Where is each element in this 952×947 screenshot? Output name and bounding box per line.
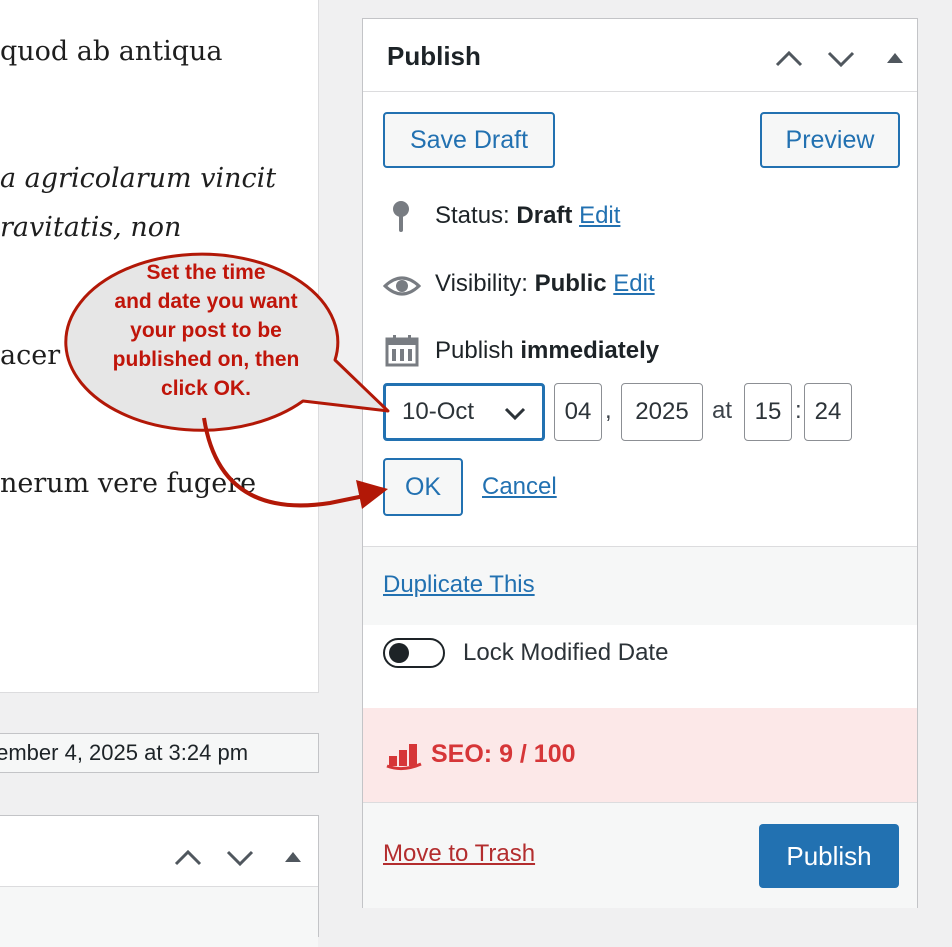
eye-icon xyxy=(383,276,421,296)
seo-score-icon xyxy=(386,744,422,771)
divider xyxy=(0,692,319,693)
status-label: Status: xyxy=(435,202,510,229)
status-value: Draft xyxy=(516,202,573,229)
date-colon: : xyxy=(795,397,802,424)
chevron-down-icon xyxy=(504,407,526,421)
last-edited-bar: tember 4, 2025 at 3:24 pm xyxy=(0,733,319,773)
cancel-link[interactable]: Cancel xyxy=(482,473,557,501)
date-at: at xyxy=(712,397,733,424)
move-up-icon[interactable] xyxy=(773,41,805,73)
calendar-icon xyxy=(385,335,419,367)
month-select[interactable]: 10-Oct xyxy=(383,383,545,441)
metabox xyxy=(0,815,319,947)
edit-visibility-link[interactable]: Edit xyxy=(613,270,654,297)
panel-header: Publish xyxy=(363,19,917,92)
callout-line: your post to be xyxy=(130,319,282,342)
publish-button[interactable]: Publish xyxy=(759,824,899,888)
publish-footer: Move to Trash Publish xyxy=(363,802,917,908)
toggle-panel-icon[interactable] xyxy=(879,41,911,73)
day-input[interactable]: 04 xyxy=(554,383,602,441)
schedule-value: immediately xyxy=(520,337,660,364)
ok-button[interactable]: OK xyxy=(383,458,463,516)
visibility-value: Public xyxy=(534,270,607,297)
duplicate-link[interactable]: Duplicate This xyxy=(383,571,535,599)
metabox-controls xyxy=(174,849,301,867)
editor-line: acer e xyxy=(0,340,85,371)
move-up-icon[interactable] xyxy=(174,849,202,866)
toggle-knob xyxy=(389,643,409,663)
callout-text: Set the time and date you want your post… xyxy=(88,258,324,403)
editor-line: ravitatis, non xyxy=(0,212,182,243)
month-value: 10-Oct xyxy=(402,398,475,425)
seo-score: SEO: 9 / 100 xyxy=(431,740,576,768)
publish-panel: Publish Save Draft Preview Status: Draft… xyxy=(362,18,918,908)
year-input[interactable]: 2025 xyxy=(621,383,703,441)
duplicate-section: Duplicate This xyxy=(363,546,917,625)
editor-line: quod ab antiqua xyxy=(0,36,223,67)
callout-line: and date you want xyxy=(114,290,298,313)
panel-title: Publish xyxy=(387,41,481,71)
move-down-icon[interactable] xyxy=(825,41,857,73)
move-to-trash-link[interactable]: Move to Trash xyxy=(383,840,535,868)
callout-line: click OK. xyxy=(161,377,251,400)
callout-line: Set the time xyxy=(146,261,266,284)
preview-button[interactable]: Preview xyxy=(760,112,900,168)
toggle-panel-icon[interactable] xyxy=(285,852,301,862)
lock-modified-label: Lock Modified Date xyxy=(463,639,669,666)
pin-icon xyxy=(393,201,409,232)
metabox-body xyxy=(0,886,318,947)
hour-input[interactable]: 15 xyxy=(744,383,792,441)
move-down-icon[interactable] xyxy=(226,850,254,867)
last-edited-text: tember 4, 2025 at 3:24 pm xyxy=(0,740,249,765)
seo-section: SEO: 9 / 100 xyxy=(363,708,917,802)
edit-status-link[interactable]: Edit xyxy=(579,202,620,229)
minute-input[interactable]: 24 xyxy=(804,383,852,441)
save-draft-button[interactable]: Save Draft xyxy=(383,112,555,168)
date-comma: , xyxy=(605,397,612,424)
schedule-label: Publish xyxy=(435,337,514,364)
callout-line: published on, then xyxy=(112,348,300,371)
lock-modified-toggle[interactable] xyxy=(383,638,445,668)
editor-line: nerum vere fugere xyxy=(0,468,257,499)
editor-line: a agricolarum vincit xyxy=(0,163,277,194)
visibility-label: Visibility: xyxy=(435,270,528,297)
